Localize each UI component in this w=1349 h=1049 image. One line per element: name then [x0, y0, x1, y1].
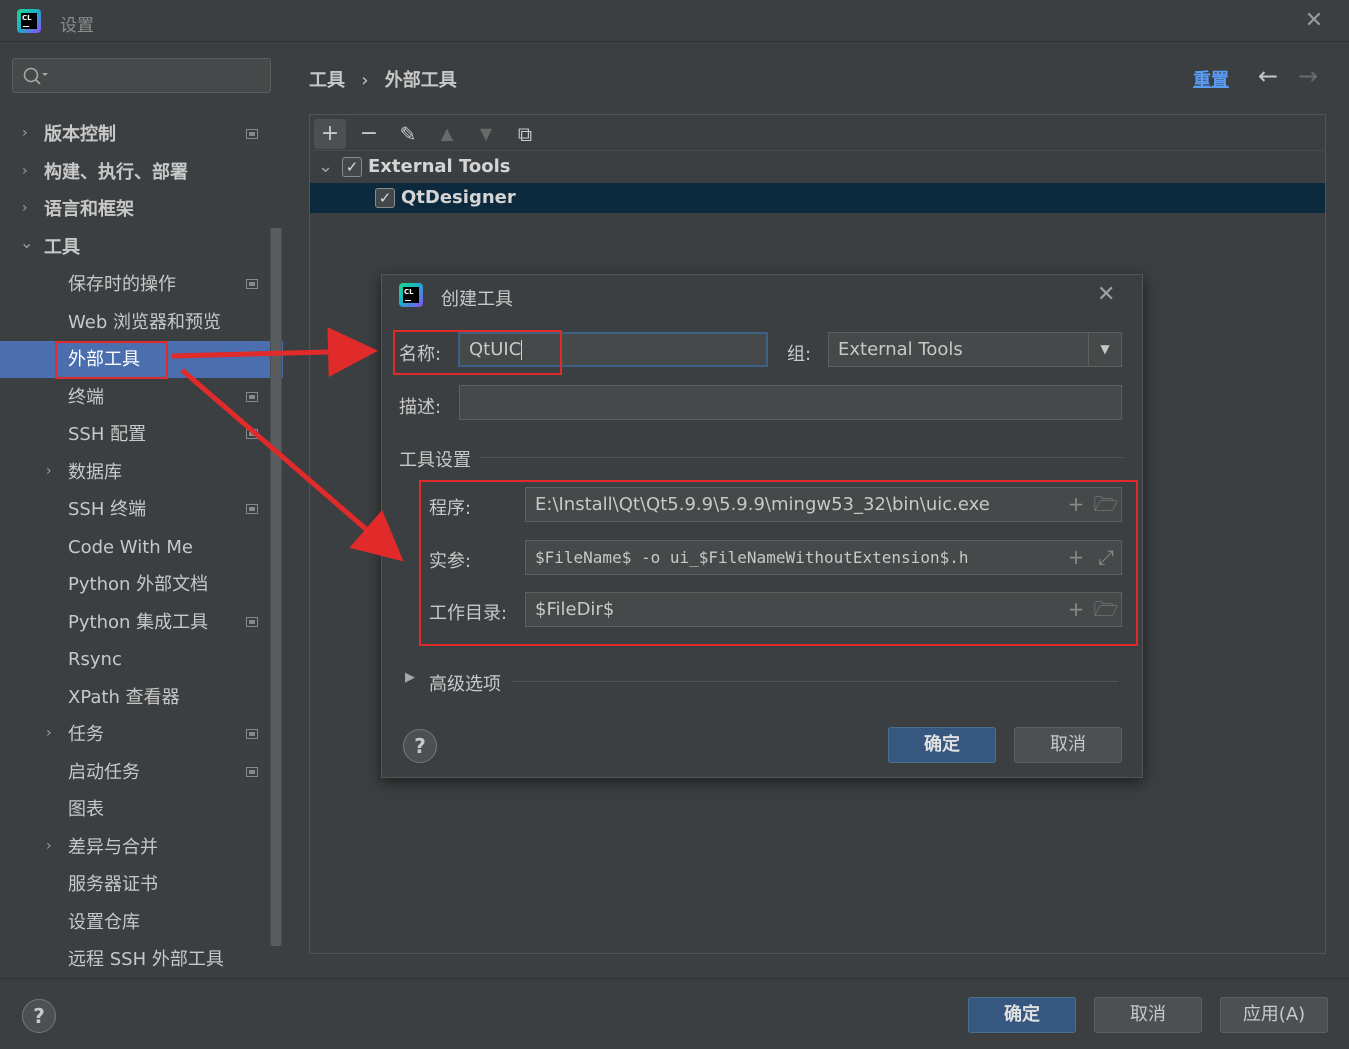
ok-button[interactable]: 确定: [968, 997, 1076, 1033]
expand-chevron-icon[interactable]: ›: [46, 838, 52, 854]
annotation-box-name: [393, 330, 562, 375]
sidebar-item-terminal[interactable]: 终端: [68, 379, 104, 416]
sidebar-item-python-docs[interactable]: Python 外部文档: [68, 566, 208, 603]
description-label: 描述:: [399, 397, 442, 418]
clion-logo-icon: CL: [17, 9, 41, 33]
project-scope-icon: [246, 504, 258, 514]
tree-item-label: QtDesigner: [401, 187, 516, 208]
edit-icon[interactable]: ✎: [392, 119, 424, 149]
sidebar-item-version-control[interactable]: 版本控制: [44, 116, 116, 153]
sidebar-item-database[interactable]: 数据库: [68, 454, 122, 491]
collapse-chevron-icon[interactable]: ⌄: [20, 233, 33, 252]
apply-button[interactable]: 应用(A): [1220, 997, 1328, 1033]
project-scope-icon: [246, 392, 258, 402]
breadcrumb-root[interactable]: 工具: [309, 70, 345, 91]
qtdesigner-checkbox[interactable]: ✓: [375, 188, 395, 208]
help-button[interactable]: ?: [22, 999, 56, 1033]
project-scope-icon: [246, 729, 258, 739]
back-arrow-icon[interactable]: ←: [1258, 62, 1278, 90]
project-scope-icon: [246, 429, 258, 439]
tools-toolbar: + − ✎ ▲ ▼ ⧉: [310, 115, 1325, 151]
cancel-button[interactable]: 取消: [1094, 997, 1202, 1033]
project-scope-icon: [246, 279, 258, 289]
sidebar-item-actions-on-save[interactable]: 保存时的操作: [68, 266, 176, 303]
sidebar-item-tools[interactable]: 工具: [44, 229, 80, 266]
sidebar-item-diagrams[interactable]: 图表: [68, 791, 104, 828]
sidebar-item-remote-ssh-tools[interactable]: 远程 SSH 外部工具: [68, 941, 224, 978]
sidebar-item-ssh-config[interactable]: SSH 配置: [68, 416, 146, 453]
collapse-chevron-icon[interactable]: ⌄: [318, 152, 342, 182]
sidebar-item-xpath-viewer[interactable]: XPath 查看器: [68, 679, 180, 716]
sidebar-item-settings-repository[interactable]: 设置仓库: [68, 904, 140, 941]
breadcrumb: 工具 › 外部工具: [309, 66, 457, 92]
tree-row-group[interactable]: ⌄ ✓ External Tools: [318, 152, 511, 182]
dialog-cancel-button[interactable]: 取消: [1014, 727, 1122, 763]
sidebar-item-tasks[interactable]: 任务: [68, 716, 104, 753]
sidebar-scrollbar-thumb[interactable]: [271, 228, 281, 946]
project-scope-icon: [246, 767, 258, 777]
move-up-icon: ▲: [440, 124, 454, 143]
move-down-icon: ▼: [479, 124, 493, 143]
annotation-box-settings: [419, 480, 1138, 646]
expand-chevron-icon[interactable]: ›: [46, 463, 52, 479]
dialog-close-icon[interactable]: ✕: [1097, 282, 1115, 307]
tree-row-qtdesigner[interactable]: ✓ QtDesigner: [375, 183, 516, 213]
window-title: 设置: [60, 16, 94, 36]
add-icon[interactable]: +: [314, 119, 346, 149]
expand-chevron-icon[interactable]: ›: [22, 125, 28, 141]
expand-chevron-icon[interactable]: ›: [22, 163, 28, 179]
tool-settings-heading: 工具设置: [399, 450, 471, 471]
breadcrumb-separator: ›: [361, 70, 369, 91]
group-checkbox[interactable]: ✓: [342, 157, 362, 177]
sidebar-item-python-integrated-tools[interactable]: Python 集成工具: [68, 604, 208, 641]
expand-chevron-icon[interactable]: ›: [22, 200, 28, 216]
project-scope-icon: [246, 129, 258, 139]
sidebar-item-startup-tasks[interactable]: 启动任务: [68, 754, 140, 791]
annotation-box-sidebar: [55, 341, 168, 379]
group-value: External Tools: [838, 339, 963, 360]
remove-icon[interactable]: −: [353, 119, 385, 149]
breadcrumb-current: 外部工具: [384, 70, 457, 91]
sidebar-item-web-browsers[interactable]: Web 浏览器和预览: [68, 304, 221, 341]
window-close-icon[interactable]: ✕: [1302, 9, 1326, 33]
reset-link[interactable]: 重置: [1193, 66, 1229, 92]
dialog-title: 创建工具: [441, 289, 513, 310]
sidebar-item-languages[interactable]: 语言和框架: [44, 191, 134, 228]
chevron-down-icon[interactable]: ▼: [1088, 333, 1121, 366]
search-input[interactable]: [12, 58, 271, 93]
clion-logo-icon: CL: [399, 283, 423, 307]
expand-chevron-icon[interactable]: ›: [46, 725, 52, 741]
forward-arrow-icon: →: [1298, 62, 1319, 90]
sidebar-item-code-with-me[interactable]: Code With Me: [68, 529, 193, 566]
group-combobox[interactable]: External Tools ▼: [828, 332, 1122, 367]
tree-group-label: External Tools: [368, 156, 511, 177]
sidebar-item-ssh-terminal[interactable]: SSH 终端: [68, 491, 146, 528]
sidebar-item-diff-merge[interactable]: 差异与合并: [68, 829, 158, 866]
title-bar: [0, 0, 1349, 42]
advanced-options-toggle[interactable]: 高级选项: [429, 670, 501, 696]
dialog-help-button[interactable]: ?: [403, 729, 437, 763]
sidebar-item-server-certificates[interactable]: 服务器证书: [68, 866, 158, 903]
sidebar-item-build[interactable]: 构建、执行、部署: [44, 154, 188, 191]
project-scope-icon: [246, 617, 258, 627]
description-field[interactable]: [459, 385, 1122, 420]
sidebar-item-rsync[interactable]: Rsync: [68, 641, 122, 678]
section-divider: [512, 681, 1118, 682]
section-divider: [481, 457, 1123, 458]
copy-icon[interactable]: ⧉: [509, 119, 541, 149]
advanced-expand-icon[interactable]: ▶: [405, 670, 415, 685]
dialog-ok-button[interactable]: 确定: [888, 727, 996, 763]
group-label: 组:: [787, 344, 812, 365]
search-icon: [23, 67, 48, 85]
